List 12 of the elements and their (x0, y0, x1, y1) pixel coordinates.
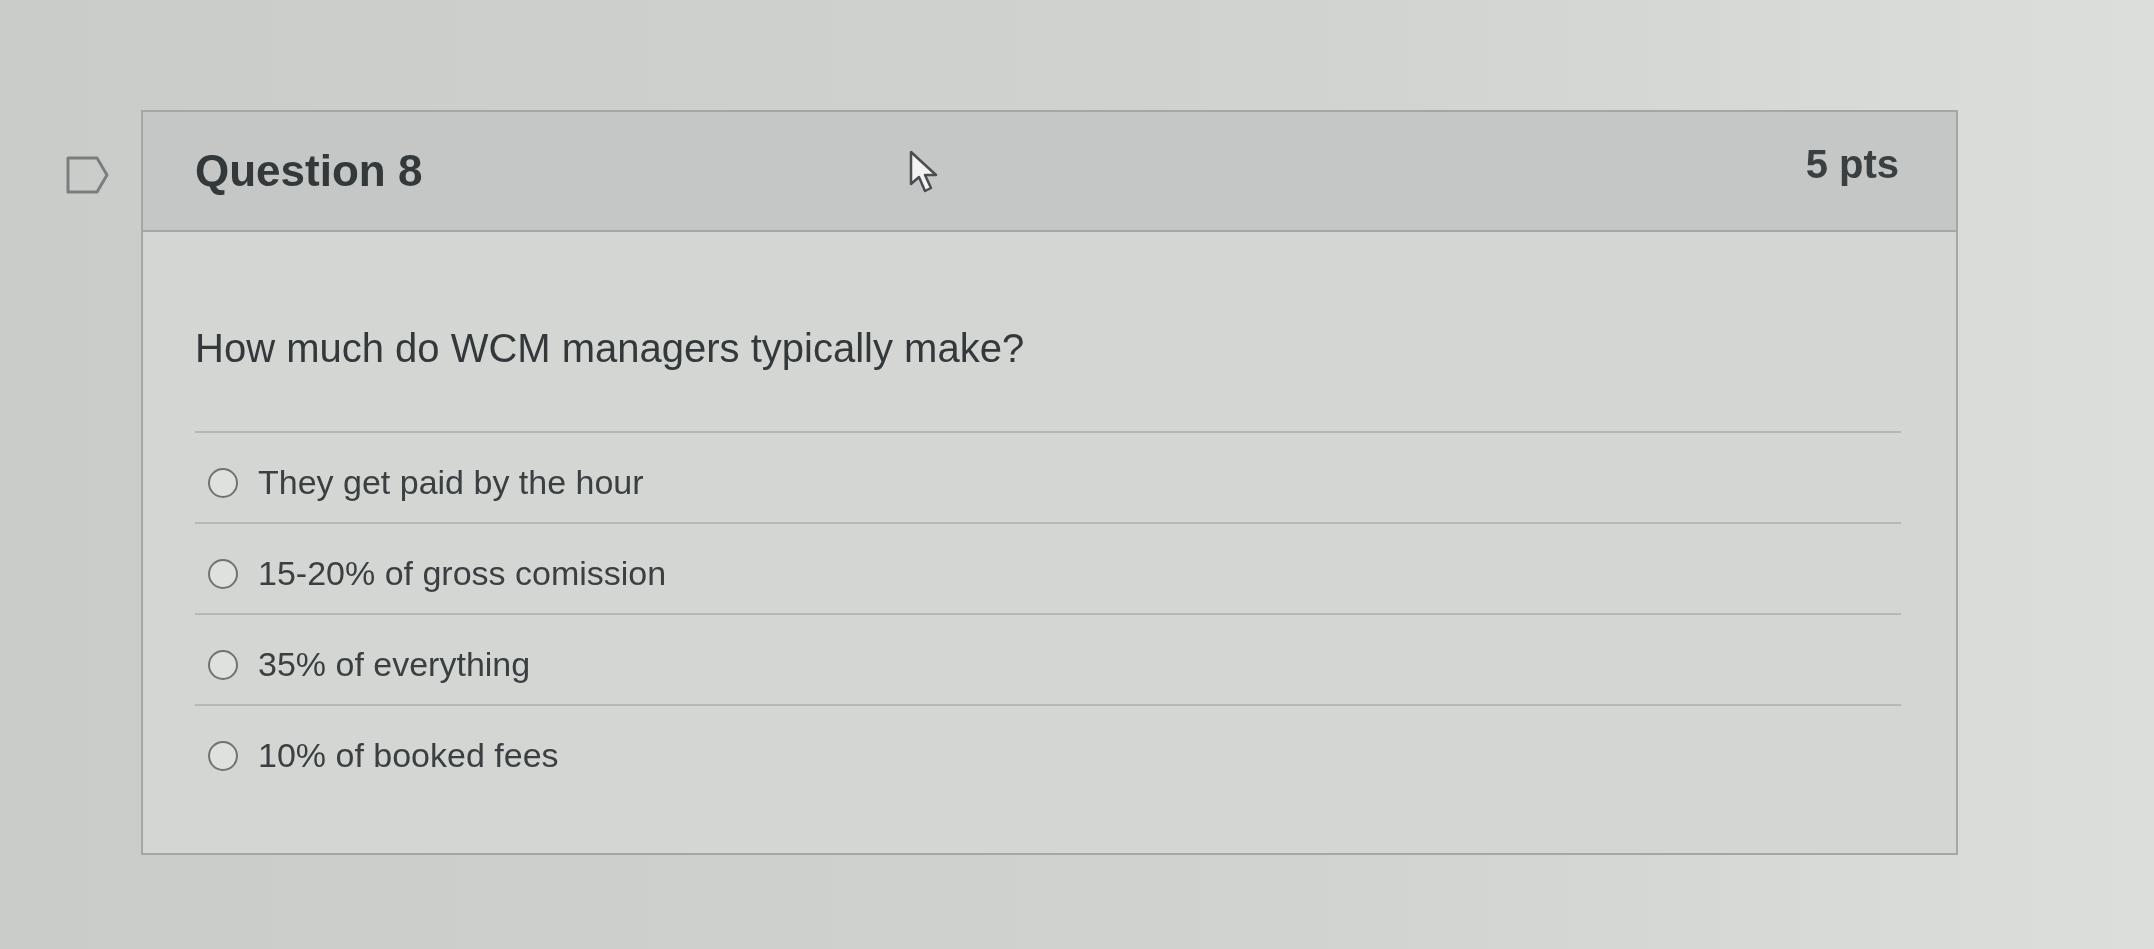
radio-button[interactable] (208, 467, 238, 498)
answer-label[interactable]: 10% of booked fees (258, 736, 559, 775)
answer-label[interactable]: They get paid by the hour (258, 463, 644, 502)
question-title: Question 8 (195, 146, 423, 196)
answer-label[interactable]: 35% of everything (258, 645, 531, 684)
radio-button[interactable] (208, 558, 238, 589)
question-text: How much do WCM managers typically make? (195, 325, 1026, 372)
question-points: 5 pts (1805, 141, 1899, 187)
radio-button[interactable] (208, 649, 238, 680)
answer-label[interactable]: 15-20% of gross comission (258, 554, 667, 593)
radio-button[interactable] (208, 740, 238, 771)
tag-icon[interactable] (66, 155, 110, 195)
